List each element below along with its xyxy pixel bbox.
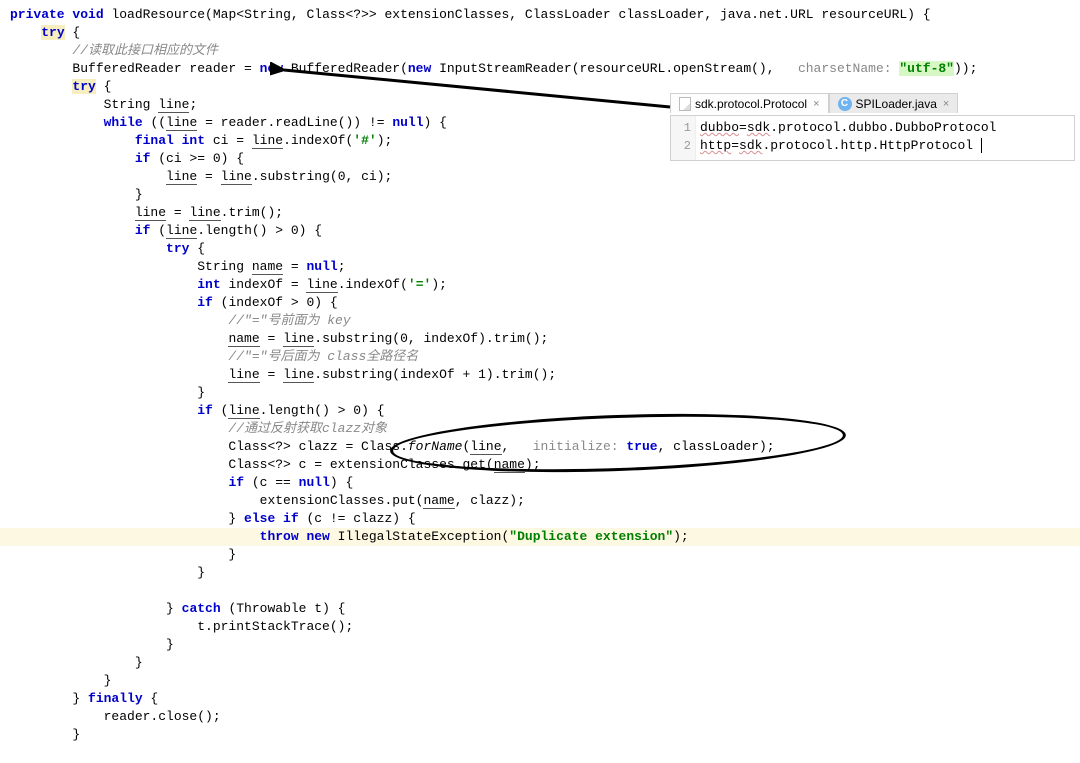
panel-tabs: sdk.protocol.Protocol × C SPILoader.java… <box>670 93 1075 116</box>
inline-editor-panel: sdk.protocol.Protocol × C SPILoader.java… <box>670 93 1075 173</box>
editor-canvas: private void loadResource(Map<String, Cl… <box>0 0 1080 763</box>
java-class-icon: C <box>838 97 852 111</box>
panel-body: 12 dubbo=sdk.protocol.dubbo.DubboProtoco… <box>670 116 1075 161</box>
close-icon[interactable]: × <box>943 98 949 110</box>
tab-label: SPILoader.java <box>856 97 937 111</box>
file-line-2: http=sdk.protocol.http.HttpProtocol <box>700 137 996 155</box>
close-icon[interactable]: × <box>813 98 819 110</box>
panel-file-lines[interactable]: dubbo=sdk.protocol.dubbo.DubboProtocolht… <box>696 116 1000 160</box>
file-line-1: dubbo=sdk.protocol.dubbo.DubboProtocol <box>700 119 996 137</box>
panel-gutter: 12 <box>671 116 696 160</box>
tab-spiloader[interactable]: C SPILoader.java × <box>829 93 959 113</box>
arrow-annotation <box>270 62 690 122</box>
tab-label: sdk.protocol.Protocol <box>695 97 807 111</box>
tab-protocol[interactable]: sdk.protocol.Protocol × <box>670 93 829 113</box>
